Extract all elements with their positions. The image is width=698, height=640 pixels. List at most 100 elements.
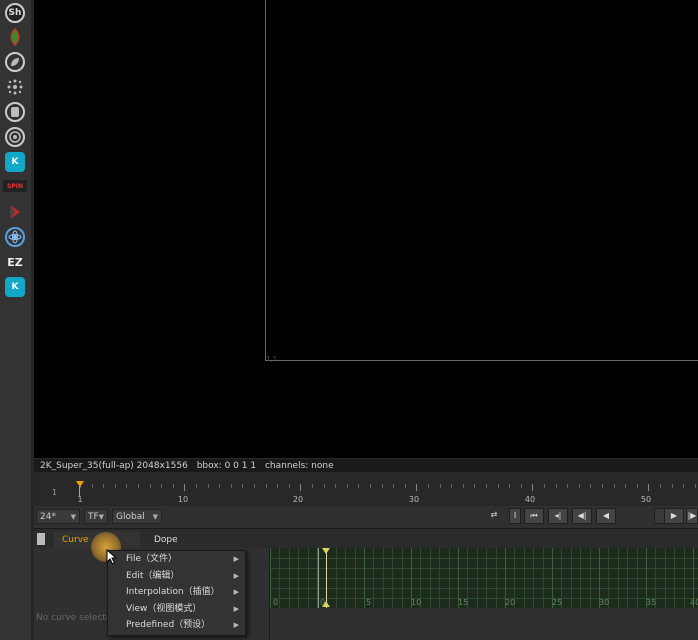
- timeline-label: 1: [77, 495, 83, 504]
- red-logo-icon[interactable]: [5, 202, 25, 222]
- sh-icon-label: Sh: [8, 8, 22, 18]
- timeline-tick: [370, 484, 371, 488]
- range-dropdown[interactable]: Global ▼: [112, 509, 162, 524]
- graph-grid-line: [279, 548, 281, 608]
- timeline-tick: [671, 484, 673, 488]
- graph-grid-line: [589, 548, 591, 608]
- graph-frame-line: [318, 548, 319, 608]
- timeline-tick: [149, 484, 151, 488]
- timeline-label: 10: [177, 495, 189, 504]
- menu-item-predefined[interactable]: Predefined（预设） ▶: [108, 617, 245, 634]
- menu-item-label: View（视图模式）: [126, 603, 202, 614]
- panel-menu-icon[interactable]: [37, 533, 45, 545]
- ez-icon[interactable]: EZ: [5, 252, 25, 272]
- graph-cursor-top-marker[interactable]: [322, 548, 330, 554]
- atom-glyph: [8, 230, 22, 244]
- tab-dope-sheet[interactable]: Dope Sheet✕: [146, 531, 232, 563]
- graph-label: 40: [690, 598, 698, 607]
- graph-grid-row: [270, 568, 698, 569]
- graph-grid-line: [335, 548, 337, 608]
- menu-item-edit[interactable]: Edit（编辑） ▶: [108, 568, 245, 585]
- step-back-icon[interactable]: ◀|: [572, 508, 592, 524]
- graph-label: 35: [646, 598, 657, 607]
- timeline-tick: [636, 484, 638, 488]
- loop-icon[interactable]: ⇄: [484, 508, 504, 524]
- mouse-pointer-icon: [106, 549, 118, 565]
- timeline-tick: [335, 484, 337, 488]
- timeline-tick: [648, 484, 650, 491]
- menu-item-file[interactable]: File（文件） ▶: [108, 551, 245, 568]
- timeline-tick: [509, 484, 511, 488]
- timeline-tick: [346, 484, 348, 488]
- graph-grid-line: [476, 548, 478, 608]
- graph-current-frame-line: [326, 548, 327, 608]
- panel-tab-bar: Curve Editor✕ Dope Sheet✕: [34, 528, 698, 563]
- graph-grid-line: [523, 548, 525, 608]
- sh-icon[interactable]: Sh: [5, 3, 25, 23]
- particles-icon[interactable]: [5, 77, 25, 97]
- chevron-right-icon: ▶: [233, 604, 239, 613]
- atom-icon[interactable]: [5, 227, 25, 247]
- cup-icon[interactable]: [5, 102, 25, 122]
- format-corner-label: 1,1: [266, 355, 278, 363]
- k2-icon[interactable]: K: [5, 277, 25, 297]
- graph-grid-line: [288, 548, 290, 608]
- spin-icon-label: SPIN: [7, 182, 23, 190]
- play-icon[interactable]: ▶: [664, 508, 684, 524]
- timeline-label: 30: [408, 495, 420, 504]
- graph-label: 10: [411, 598, 422, 607]
- step-forward-icon[interactable]: |▶: [686, 508, 698, 524]
- leaf-icon[interactable]: [5, 52, 25, 72]
- graph-grid-line: [542, 548, 544, 608]
- graph-grid-line: [570, 548, 572, 608]
- timeline-tick: [161, 484, 163, 488]
- timeline-tick: [219, 484, 221, 488]
- fps-dropdown[interactable]: 24* ▼: [36, 509, 80, 524]
- timeline-tick: [486, 484, 487, 488]
- first-frame-icon[interactable]: ⏮: [524, 508, 544, 524]
- timeline-tick: [207, 484, 209, 488]
- spin-icon[interactable]: SPIN: [3, 180, 27, 192]
- timeline-tick: [265, 484, 267, 488]
- timeline-tick: [602, 484, 603, 488]
- tf-dropdown[interactable]: TF ▼: [84, 509, 108, 524]
- timeline[interactable]: 1 1 10 20 30 40 50: [34, 472, 698, 506]
- graph-label: 30: [599, 598, 610, 607]
- timeline-tick: [254, 484, 255, 488]
- plant-icon[interactable]: [5, 27, 25, 47]
- fps-value: 24*: [40, 512, 56, 522]
- in-out-icon[interactable]: I: [509, 508, 521, 524]
- graph-grid-row: [270, 598, 698, 599]
- ez-icon-label: EZ: [7, 255, 23, 269]
- menu-item-label: File（文件）: [126, 554, 178, 564]
- graph-grid-line: [439, 548, 441, 608]
- timeline-tick: [497, 484, 499, 488]
- timeline-tick: [439, 484, 441, 488]
- graph-label: 5: [366, 598, 372, 607]
- graph-label: 0: [273, 598, 279, 607]
- graph-grid-line: [674, 548, 676, 608]
- timeline-tick: [404, 484, 406, 488]
- playhead-marker[interactable]: [76, 481, 84, 487]
- timeline-tick: [126, 484, 128, 488]
- k-icon[interactable]: K: [5, 152, 25, 172]
- timeline-tick: [91, 484, 93, 488]
- timeline-tick: [277, 484, 279, 488]
- curve-graph[interactable]: 0 0 5 10 15 20 25 30 35 40: [270, 548, 698, 608]
- timeline-tick: [312, 484, 313, 488]
- context-menu: File（文件） ▶ Edit（编辑） ▶ Interpolation（插值） ▶ V…: [107, 550, 246, 636]
- transport-bar: 24*▼ TF▼ Global▼ ⇄ I ⏮ ◂| ◀| ◀ 1 ▶ |▶: [34, 506, 698, 528]
- particles-glyph: [7, 79, 23, 95]
- timeline-tick: [428, 484, 429, 488]
- menu-item-view[interactable]: View（视图模式） ▶: [108, 601, 245, 618]
- graph-grid-line: [580, 548, 582, 608]
- viewer-canvas[interactable]: 1,1: [34, 0, 698, 458]
- play-reverse-icon[interactable]: ◀: [596, 508, 616, 524]
- target-icon[interactable]: [5, 127, 25, 147]
- bbox-info: bbox: 0 0 1 1: [196, 461, 257, 471]
- graph-grid-row: [270, 558, 698, 559]
- timeline-tick: [462, 484, 464, 488]
- menu-item-interpolation[interactable]: Interpolation（插值） ▶: [108, 584, 245, 601]
- prev-keyframe-icon[interactable]: ◂|: [548, 508, 568, 524]
- chevron-down-icon: ▼: [98, 513, 104, 521]
